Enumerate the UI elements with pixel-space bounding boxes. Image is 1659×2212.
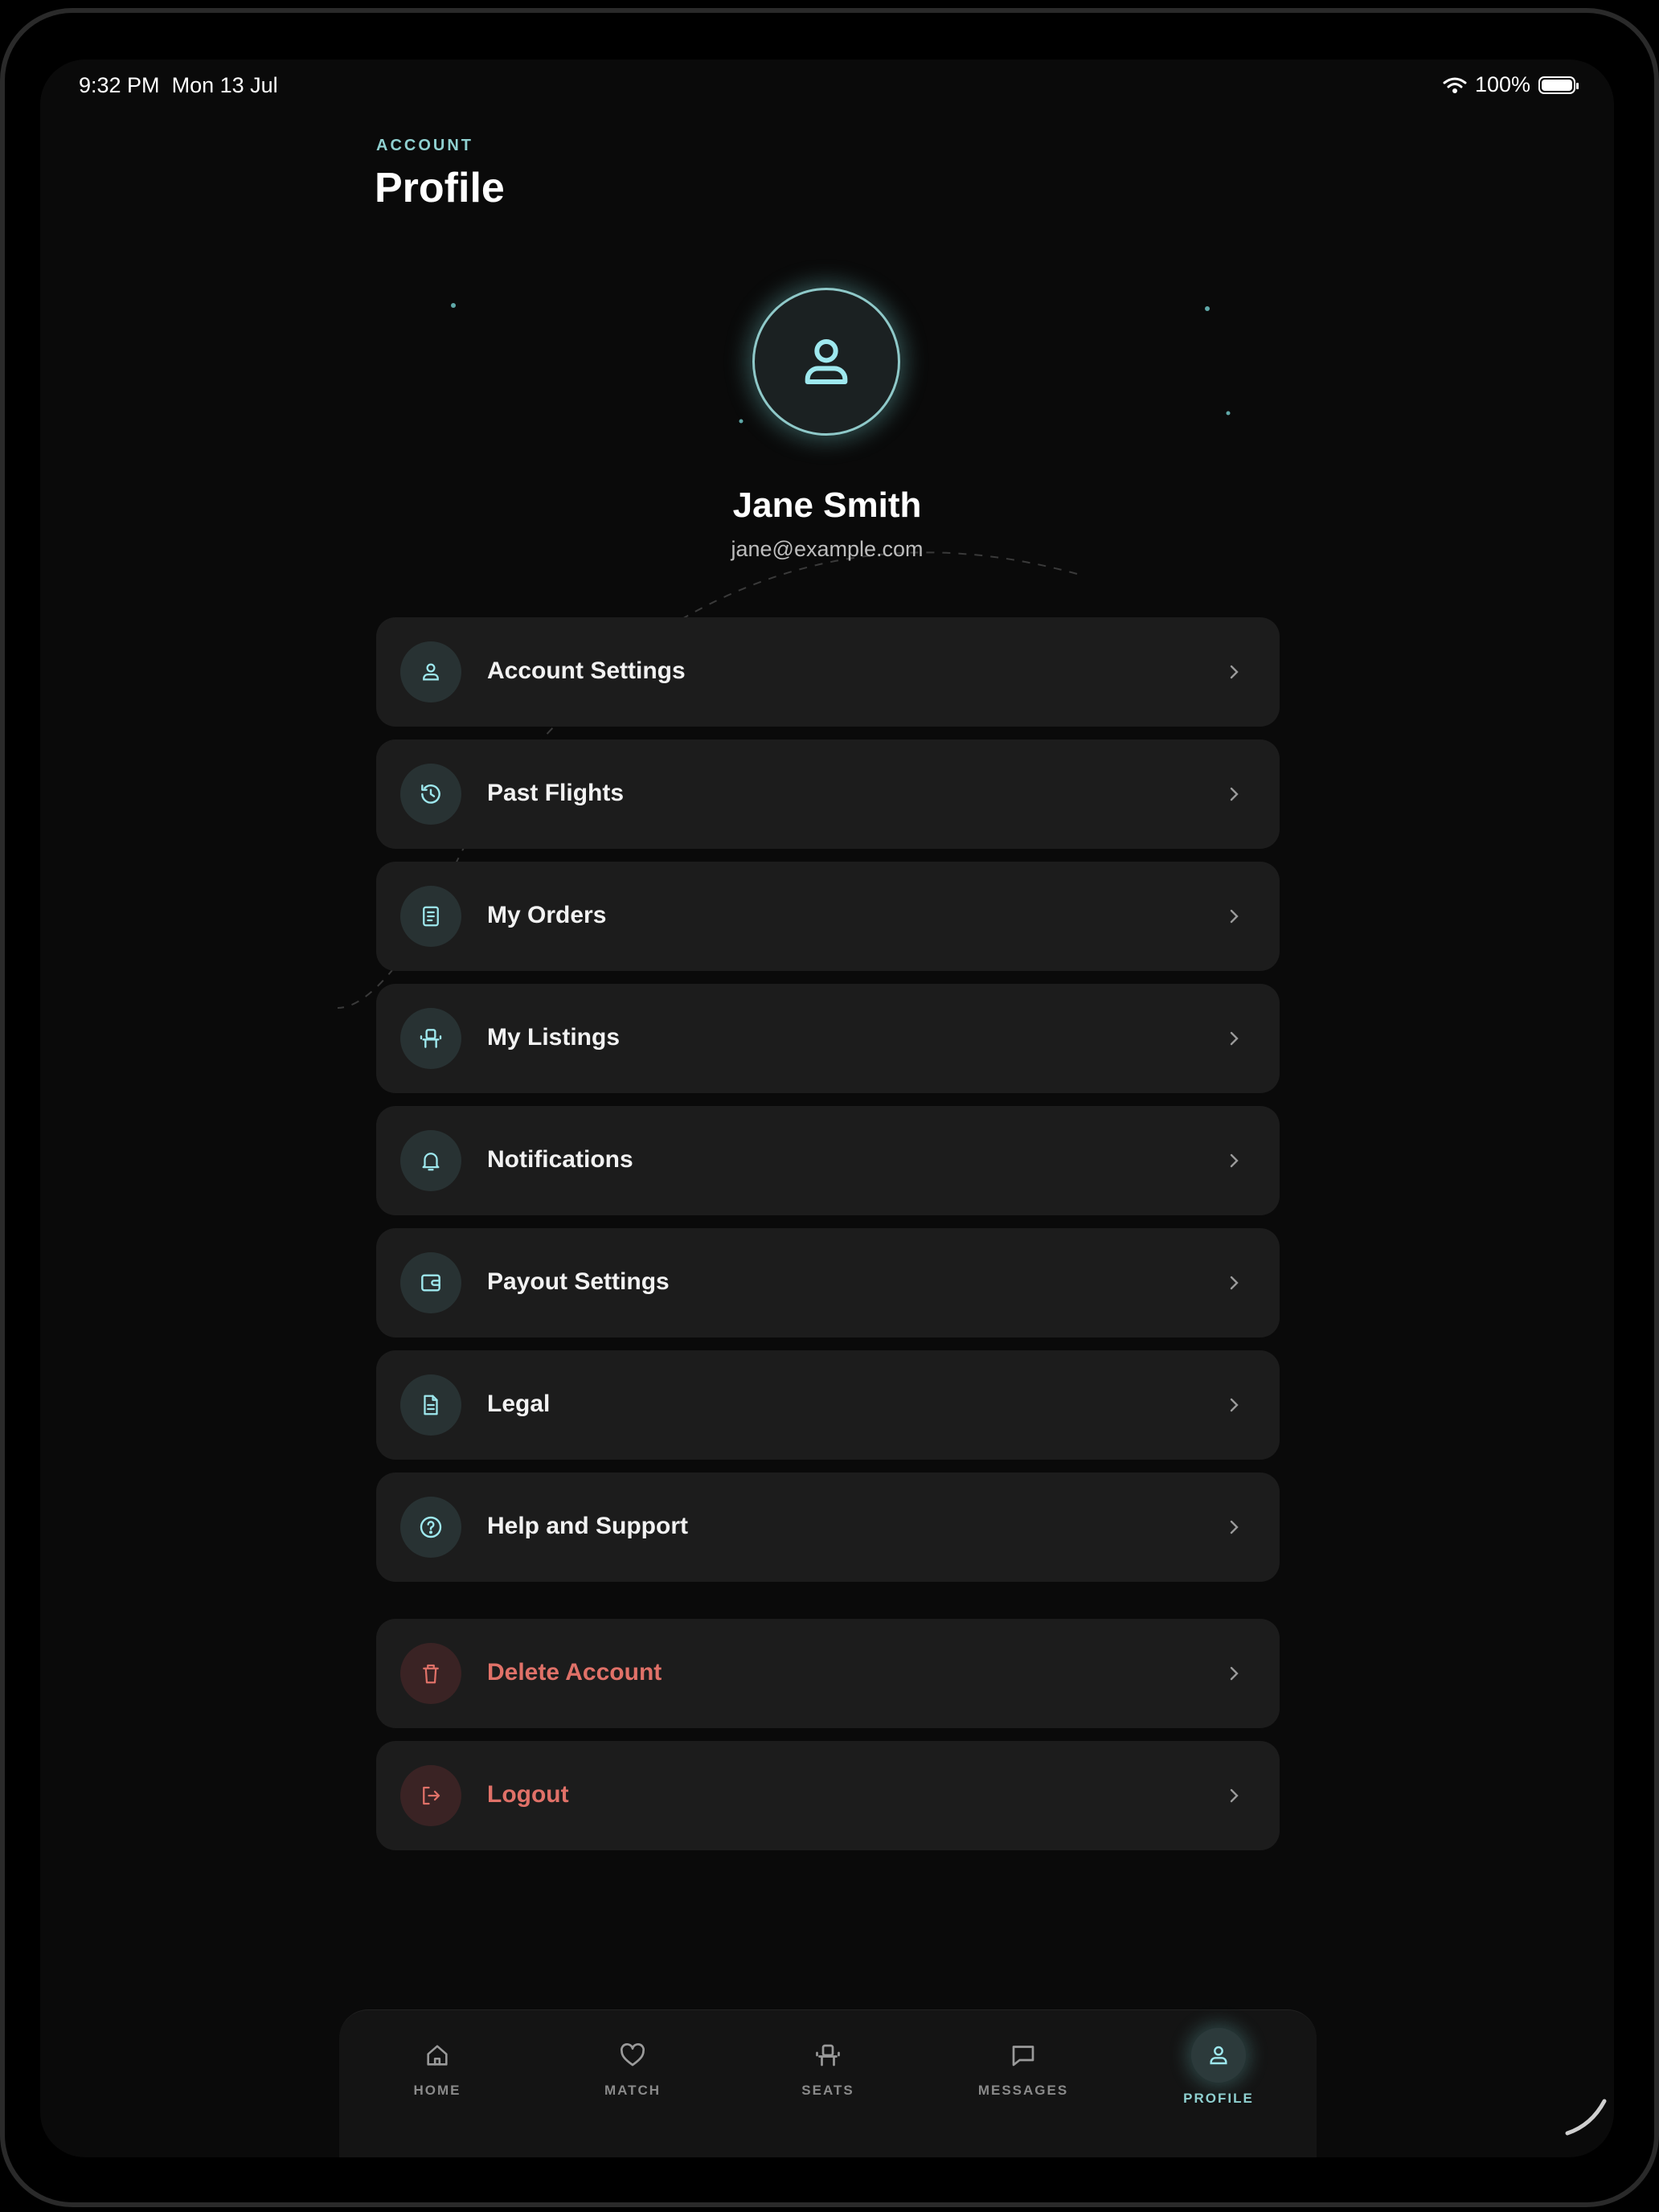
- chevron-right-icon: [1219, 1657, 1251, 1690]
- bell-icon: [400, 1130, 461, 1191]
- section-label: ACCOUNT: [376, 137, 473, 154]
- tab-profile[interactable]: PROFILE: [1138, 2028, 1299, 2107]
- menu-item-label: My Listings: [487, 1024, 621, 1051]
- menu-item-help-and-support[interactable]: Help and Support: [376, 1473, 1280, 1582]
- menu-item-my-orders[interactable]: My Orders: [376, 862, 1280, 971]
- tab-match[interactable]: MATCH: [552, 2034, 713, 2099]
- chevron-right-icon: [1219, 1267, 1251, 1299]
- delete-account-button[interactable]: Delete Account: [376, 1619, 1280, 1728]
- menu-item-label: Payout Settings: [487, 1268, 670, 1295]
- status-time: 9:32 PM Mon 13 Jul: [79, 73, 278, 98]
- menu-item-notifications[interactable]: Notifications: [376, 1106, 1280, 1215]
- tab-home[interactable]: HOME: [357, 2034, 518, 2099]
- tab-label: MATCH: [604, 2083, 662, 2098]
- tab-label: SEATS: [801, 2083, 854, 2098]
- chevron-right-icon: [1219, 1145, 1251, 1177]
- tab-bar: HOME MATCH SEATS MESSAGES PROFILE: [339, 2009, 1317, 2157]
- menu-item-past-flights[interactable]: Past Flights: [376, 739, 1280, 849]
- user-email: jane@example.com: [731, 537, 924, 561]
- menu-item-label: My Orders: [487, 902, 607, 928]
- status-date: Mon 13 Jul: [171, 73, 278, 97]
- chevron-right-icon: [1219, 656, 1251, 688]
- menu-item-label: Legal: [487, 1391, 551, 1417]
- chevron-right-icon: [1219, 1022, 1251, 1055]
- menu-item-account-settings[interactable]: Account Settings: [376, 617, 1280, 727]
- battery-icon: [1538, 76, 1579, 94]
- user-icon: [805, 339, 848, 384]
- menu-item-label: Logout: [487, 1781, 569, 1808]
- help-circle-icon: [400, 1497, 461, 1558]
- home-icon: [357, 2034, 518, 2076]
- document-icon: [400, 1374, 461, 1436]
- status-time-value: 9:32 PM: [79, 73, 160, 97]
- tab-messages[interactable]: MESSAGES: [943, 2034, 1104, 2099]
- seat-icon: [748, 2034, 908, 2076]
- menu-item-my-listings[interactable]: My Listings: [376, 984, 1280, 1093]
- seat-icon: [400, 1008, 461, 1069]
- chevron-right-icon: [1219, 1780, 1251, 1812]
- chevron-right-icon: [1219, 900, 1251, 932]
- menu-item-legal[interactable]: Legal: [376, 1350, 1280, 1460]
- wifi-icon: [1443, 77, 1467, 93]
- status-right: 100%: [1443, 72, 1579, 97]
- user-name: Jane Smith: [732, 485, 922, 525]
- menu-item-label: Past Flights: [487, 780, 625, 806]
- logout-button[interactable]: Logout: [376, 1741, 1280, 1850]
- user-icon: [1191, 2028, 1246, 2083]
- status-bar: 9:32 PM Mon 13 Jul 100%: [40, 59, 1614, 111]
- app-screen: 9:32 PM Mon 13 Jul 100% ACCOUNT Profile …: [40, 59, 1614, 2157]
- user-icon: [400, 641, 461, 703]
- menu-item-label: Notifications: [487, 1146, 633, 1173]
- heart-icon: [552, 2034, 713, 2076]
- receipt-icon: [400, 886, 461, 947]
- menu-item-payout-settings[interactable]: Payout Settings: [376, 1228, 1280, 1337]
- history-icon: [400, 764, 461, 825]
- menu-item-label: Delete Account: [487, 1659, 662, 1686]
- menu-item-label: Help and Support: [487, 1513, 688, 1539]
- chevron-right-icon: [1219, 1511, 1251, 1543]
- message-icon: [943, 2034, 1104, 2076]
- wallet-icon: [400, 1252, 461, 1313]
- logout-icon: [400, 1765, 461, 1826]
- tab-label: MESSAGES: [977, 2083, 1069, 2098]
- tab-label: PROFILE: [1183, 2091, 1254, 2106]
- chevron-right-icon: [1219, 1389, 1251, 1421]
- chevron-right-icon: [1219, 778, 1251, 810]
- avatar[interactable]: [752, 288, 900, 436]
- tab-label: HOME: [413, 2083, 461, 2098]
- tab-seats[interactable]: SEATS: [748, 2034, 908, 2099]
- page-title: Profile: [375, 165, 505, 211]
- menu-item-label: Account Settings: [487, 657, 686, 684]
- battery-percent: 100%: [1474, 72, 1530, 96]
- trash-icon: [400, 1643, 461, 1704]
